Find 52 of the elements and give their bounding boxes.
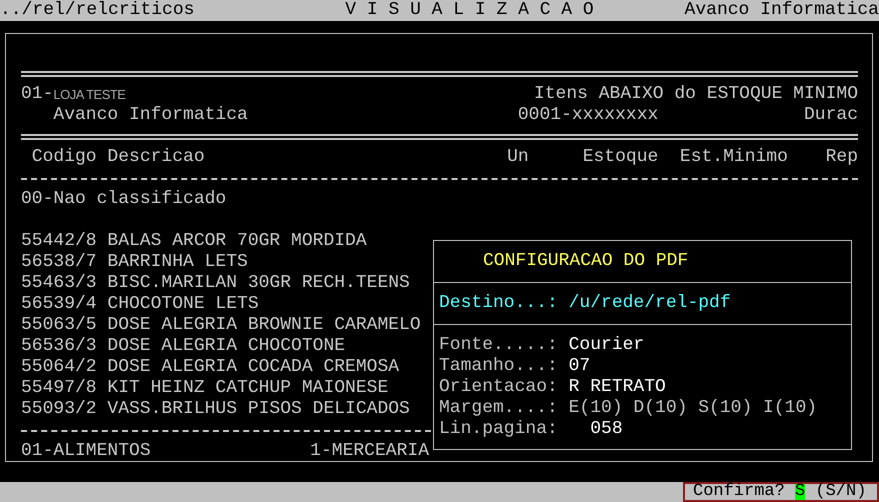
answer-field[interactable]: S — [795, 484, 806, 500]
field-label: Orientacao: — [439, 377, 558, 398]
report-title: Itens ABAIXO do ESTOQUE MINIMO — [534, 84, 858, 105]
report-code: 0001-xxxxxxxx — [518, 105, 658, 126]
item-description: BALAS ARCOR 70GR MORDIDA — [107, 231, 367, 252]
item-description: VASS.BRILHUS PISOS DELICADOS — [107, 399, 410, 420]
dialog-title: CONFIGURACAO DO PDF — [483, 251, 688, 271]
item-description: KIT HEINZ CATCHUP MAIONESE — [107, 378, 388, 399]
item-description: DOSE ALEGRIA COCADA CREMOSA — [107, 357, 400, 378]
destination-value[interactable]: /u/rede/rel-pdf — [568, 283, 731, 324]
item-description: DOSE ALEGRIA BROWNIE CARAMELO — [107, 315, 421, 336]
prompt-label: Confirma? — [693, 484, 785, 500]
field-label: Tamanho...: — [439, 356, 558, 377]
column-heading: Est.Minimo — [680, 147, 788, 168]
store-name: LOJA TESTE — [53, 86, 126, 104]
store-code: 01- — [21, 84, 54, 105]
item-description: BARRINHA LETS — [107, 252, 248, 273]
item-code: 55463/3 — [21, 273, 98, 294]
column-heading: Rep — [826, 147, 858, 168]
item-code: 55497/8 — [21, 378, 98, 399]
section-name: 01-ALIMENTOS — [21, 441, 151, 462]
field-value[interactable]: Courier — [568, 335, 644, 356]
company-name: Avanco Informatica — [52, 105, 249, 126]
file-path: ../rel/relcriticos — [0, 0, 194, 21]
column-heading: Durac — [804, 105, 858, 126]
item-code: 56538/7 — [21, 252, 98, 273]
company-name: Avanco Informatica — [684, 0, 879, 21]
item-code: 56536/3 — [21, 336, 98, 357]
group-heading: 00-Nao classificado — [21, 189, 226, 210]
item-code: 55063/5 — [21, 315, 98, 336]
field-label: Fonte.....: — [439, 335, 558, 356]
prompt-hint: (S/N) — [815, 484, 866, 500]
screen-title: V I S U A L I Z A C A O — [345, 0, 594, 21]
column-heading: Codigo — [32, 147, 97, 167]
column-heading: Un — [507, 147, 530, 168]
column-heading: Estoque — [582, 147, 660, 168]
item-code: 55064/2 — [21, 357, 98, 378]
field-label: Margem....: — [439, 398, 558, 419]
department-name: 1-MERCEARIA — [310, 441, 429, 462]
item-code: 56539/4 — [21, 294, 98, 315]
item-code: 55442/8 — [21, 231, 98, 252]
field-value[interactable]: 07 — [568, 356, 590, 377]
item-description: CHOCOTONE LETS — [107, 294, 259, 315]
field-label: Lin.pagina: — [439, 419, 558, 440]
item-description: BISC.MARILAN 30GR RECH.TEENS — [107, 273, 410, 294]
item-code: 55093/2 — [21, 399, 98, 420]
field-value[interactable]: E(10) D(10) S(10) I(10) — [568, 398, 818, 419]
field-value[interactable]: R RETRATO — [568, 377, 666, 398]
item-description: DOSE ALEGRIA CHOCOTONE — [107, 336, 346, 357]
column-heading: Descricao — [107, 147, 205, 167]
field-value[interactable]: 058 — [568, 419, 623, 440]
field-label: Destino...: — [439, 292, 558, 315]
